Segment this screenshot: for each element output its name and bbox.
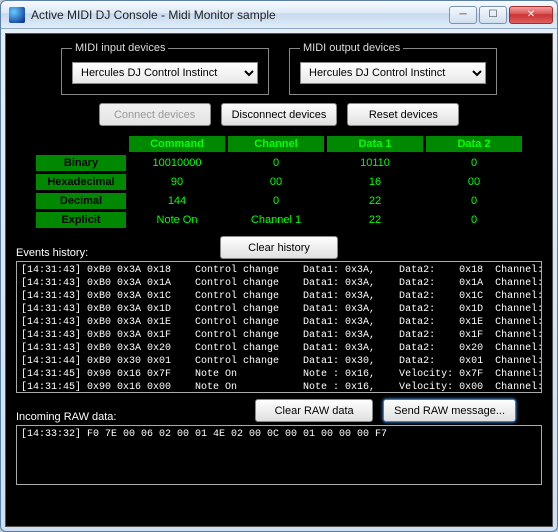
midi-input-legend: MIDI input devices [72, 42, 168, 54]
client-area: MIDI input devices Hercules DJ Control I… [5, 33, 553, 527]
close-button[interactable]: ✕ [509, 6, 553, 24]
row-explicit-label: Explicit [36, 212, 126, 228]
window-title: Active MIDI DJ Console - Midi Monitor sa… [31, 8, 449, 22]
grid-corner [36, 136, 126, 152]
row-decimal-label: Decimal [36, 193, 126, 209]
cell: Note On [129, 212, 225, 228]
col-command: Command [129, 136, 225, 152]
raw-data-label: Incoming RAW data: [16, 411, 255, 423]
col-channel: Channel [228, 136, 324, 152]
cell: 16 [327, 174, 423, 190]
window-controls: ─ ☐ ✕ [449, 6, 553, 24]
cell: Channel 1 [228, 212, 324, 228]
cell: 10010000 [129, 155, 225, 171]
cell: 0 [426, 193, 522, 209]
raw-data-listbox[interactable]: [14:33:32] F0 7E 00 06 02 00 01 4E 02 00… [16, 425, 542, 485]
row-hex-label: Hexadecimal [36, 174, 126, 190]
clear-history-button[interactable]: Clear history [220, 236, 338, 259]
cell: 0 [228, 155, 324, 171]
app-window: Active MIDI DJ Console - Midi Monitor sa… [0, 0, 558, 532]
cell: 144 [129, 193, 225, 209]
row-binary-label: Binary [36, 155, 126, 171]
col-data2: Data 2 [426, 136, 522, 152]
cell: 00 [228, 174, 324, 190]
midi-input-combo[interactable]: Hercules DJ Control Instinct [72, 62, 258, 84]
cell: 00 [426, 174, 522, 190]
midi-output-group: MIDI output devices Hercules DJ Control … [289, 42, 497, 95]
midi-output-combo[interactable]: Hercules DJ Control Instinct [300, 62, 486, 84]
events-history-label: Events history: [16, 247, 148, 259]
device-button-row: Connect devices Disconnect devices Reset… [16, 103, 542, 126]
cell: 0 [228, 193, 324, 209]
cell: 0 [426, 212, 522, 228]
midi-value-grid: Command Channel Data 1 Data 2 Binary 100… [36, 136, 522, 228]
maximize-button[interactable]: ☐ [479, 6, 507, 24]
device-selector-row: MIDI input devices Hercules DJ Control I… [16, 42, 542, 95]
midi-output-legend: MIDI output devices [300, 42, 403, 54]
cell: 22 [327, 193, 423, 209]
app-icon [9, 7, 25, 23]
cell: 22 [327, 212, 423, 228]
cell: 10110 [327, 155, 423, 171]
cell: 90 [129, 174, 225, 190]
events-history-listbox[interactable]: [14:31:43] 0xB0 0x3A 0x18 Control change… [16, 261, 542, 393]
minimize-button[interactable]: ─ [449, 6, 477, 24]
midi-input-group: MIDI input devices Hercules DJ Control I… [61, 42, 269, 95]
connect-button: Connect devices [99, 103, 211, 126]
send-raw-button[interactable]: Send RAW message... [383, 399, 516, 422]
titlebar[interactable]: Active MIDI DJ Console - Midi Monitor sa… [1, 1, 557, 29]
cell: 0 [426, 155, 522, 171]
reset-button[interactable]: Reset devices [347, 103, 459, 126]
disconnect-button[interactable]: Disconnect devices [221, 103, 338, 126]
col-data1: Data 1 [327, 136, 423, 152]
clear-raw-button[interactable]: Clear RAW data [255, 399, 373, 422]
